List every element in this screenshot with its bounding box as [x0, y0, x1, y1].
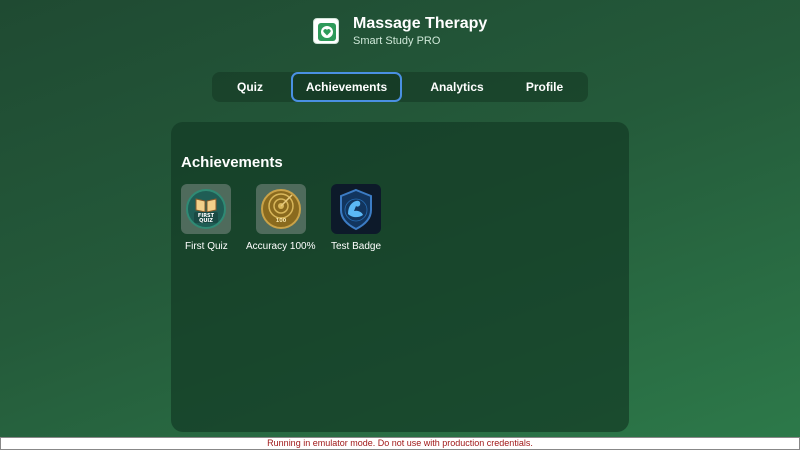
- tab-profile[interactable]: Profile: [512, 72, 577, 102]
- badge-label: Test Badge: [331, 241, 382, 252]
- svg-text:QUIZ: QUIZ: [199, 218, 213, 224]
- tab-achievements[interactable]: Achievements: [291, 72, 402, 102]
- svg-text:100: 100: [276, 218, 287, 224]
- tab-quiz[interactable]: Quiz: [222, 72, 278, 102]
- app-header: Massage Therapy Smart Study PRO: [0, 14, 800, 54]
- badge-label: First Quiz: [185, 241, 228, 252]
- achievements-title: Achievements: [181, 154, 283, 171]
- heart-hands-icon: [313, 18, 339, 44]
- achievement-first-quiz[interactable]: FIRST QUIZ First Quiz: [181, 184, 261, 264]
- emulator-warning-bar: Running in emulator mode. Do not use wit…: [0, 437, 800, 450]
- shield-arm-badge: [331, 184, 381, 234]
- tab-analytics[interactable]: Analytics: [417, 72, 497, 102]
- achievement-test-badge[interactable]: Test Badge: [331, 184, 411, 264]
- app-subtitle: Smart Study PRO: [353, 35, 441, 47]
- tab-bar: Quiz Achievements Analytics Profile: [212, 72, 588, 102]
- app-title: Massage Therapy: [353, 15, 488, 32]
- accuracy-target-badge: 100: [256, 184, 306, 234]
- badge-label: Accuracy 100%: [246, 241, 316, 252]
- first-quiz-book-badge: FIRST QUIZ: [181, 184, 231, 234]
- emulator-warning-text: Running in emulator mode. Do not use wit…: [267, 438, 533, 448]
- achievements-panel: Achievements FIRST QUIZ First Quiz 100 A…: [171, 122, 629, 432]
- achievement-accuracy-100[interactable]: 100 Accuracy 100%: [246, 184, 336, 264]
